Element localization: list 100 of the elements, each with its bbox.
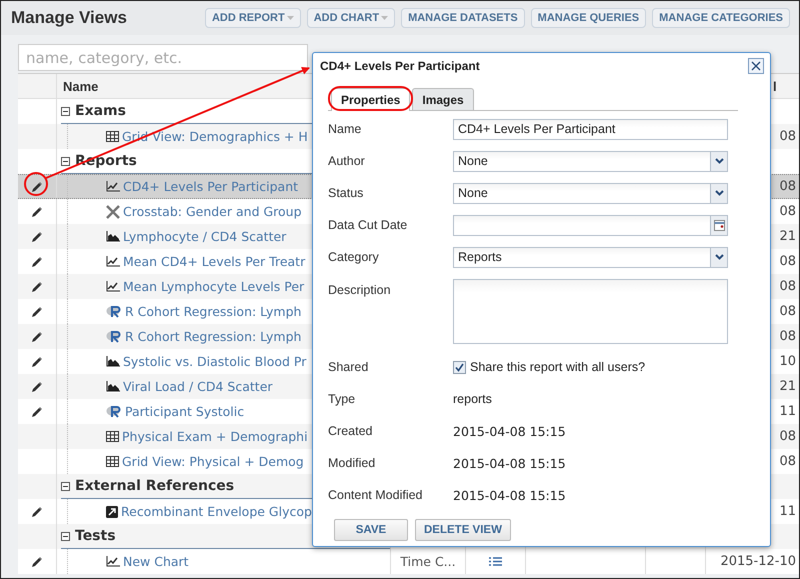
field-value: reports bbox=[453, 392, 492, 406]
date-cell-text: 08 bbox=[779, 204, 797, 219]
field-label: Type bbox=[328, 392, 356, 406]
collapse-icon[interactable] bbox=[61, 156, 70, 166]
checkbox-label[interactable]: Share this report with all users? bbox=[470, 360, 646, 374]
date-cell-text: 10 bbox=[779, 354, 797, 369]
date-cell-text: 2015-12-10 bbox=[720, 554, 797, 569]
field-label: Category bbox=[328, 250, 379, 264]
pencil-icon[interactable] bbox=[31, 206, 43, 218]
date-cell-text: 08 bbox=[779, 329, 797, 344]
select-field[interactable]: Reports bbox=[453, 246, 728, 268]
area-chart-icon bbox=[106, 356, 120, 367]
pencil-icon[interactable] bbox=[31, 556, 43, 568]
pencil-icon[interactable] bbox=[31, 380, 43, 392]
date-cell-text: 08 bbox=[779, 304, 797, 319]
line-chart-icon bbox=[106, 556, 120, 567]
description-field[interactable] bbox=[453, 278, 728, 344]
view-name-link[interactable]: Recombinant Envelope Glycop bbox=[121, 504, 312, 519]
view-name-link[interactable]: Mean Lymphocyte Levels Per bbox=[123, 279, 304, 294]
date-cell-text: 08 bbox=[779, 179, 797, 194]
pencil-icon[interactable] bbox=[31, 406, 43, 418]
pencil-icon[interactable] bbox=[31, 180, 43, 192]
field-label: Content Modified bbox=[328, 488, 423, 502]
field-label: Created bbox=[328, 424, 372, 438]
pencil-icon[interactable] bbox=[31, 330, 43, 342]
date-cell-text: 21 bbox=[779, 229, 797, 244]
pencil-icon[interactable] bbox=[31, 506, 43, 518]
date-cell-text: 08 bbox=[779, 454, 797, 469]
view-name-link[interactable]: Crosstab: Gender and Group bbox=[123, 204, 302, 219]
field-label: Modified bbox=[328, 456, 376, 470]
line-chart-icon bbox=[106, 256, 120, 267]
area-chart-icon bbox=[106, 231, 120, 242]
r-logo-icon bbox=[106, 305, 122, 318]
date-cell-text: 08 bbox=[779, 254, 797, 269]
field-label: Status bbox=[328, 186, 364, 200]
collapse-icon[interactable] bbox=[61, 532, 70, 540]
area-chart-icon bbox=[106, 381, 120, 392]
view-name-link[interactable]: CD4+ Levels Per Participant bbox=[123, 179, 298, 194]
close-button[interactable] bbox=[748, 58, 764, 74]
view-name-link[interactable]: Lymphocyte / CD4 Scatter bbox=[123, 229, 286, 244]
pencil-icon[interactable] bbox=[31, 230, 43, 242]
toolbar-button[interactable]: MANAGE CATEGORIES bbox=[652, 8, 790, 28]
group-heading: Tests bbox=[75, 528, 116, 544]
calendar-icon[interactable] bbox=[714, 220, 724, 230]
field-value: 2015-04-08 15:15 bbox=[453, 456, 566, 470]
tab[interactable]: Properties bbox=[331, 88, 410, 111]
field-label: Description bbox=[328, 283, 391, 297]
view-name-link[interactable]: Grid View: Physical + Demog bbox=[122, 454, 304, 469]
view-name-link[interactable]: Systolic vs. Diastolic Blood Pr bbox=[123, 354, 306, 369]
column-header[interactable]: Name bbox=[57, 78, 98, 94]
grid-icon bbox=[106, 131, 119, 142]
field-value: 2015-04-08 15:15 bbox=[453, 488, 566, 502]
page-title: Manage Views bbox=[11, 8, 127, 28]
type-cell: Time C... bbox=[400, 554, 456, 569]
view-name-link[interactable]: R Cohort Regression: Lymph bbox=[125, 329, 302, 344]
field-label: Data Cut Date bbox=[328, 218, 408, 232]
collapse-icon[interactable] bbox=[61, 106, 70, 116]
cross-icon bbox=[106, 204, 120, 218]
pencil-icon[interactable] bbox=[31, 306, 43, 318]
view-name-link[interactable]: Physical Exam + Demographi bbox=[122, 429, 308, 444]
view-name-link[interactable]: Viral Load / CD4 Scatter bbox=[123, 379, 273, 394]
search-field[interactable]: name, category, etc. bbox=[18, 44, 308, 71]
dialog-title: CD4+ Levels Per Participant bbox=[320, 59, 480, 73]
date-cell-text: 21 bbox=[779, 379, 797, 394]
field-label: Author bbox=[328, 154, 365, 168]
select-field[interactable]: None bbox=[453, 150, 728, 172]
line-chart-icon bbox=[106, 281, 120, 292]
date-cell-text: 08 bbox=[779, 129, 797, 144]
checkbox[interactable] bbox=[453, 360, 466, 374]
field-label: Name bbox=[328, 122, 362, 136]
pencil-icon[interactable] bbox=[31, 256, 43, 268]
dialog-button[interactable]: DELETE VIEW bbox=[415, 519, 511, 541]
close-icon[interactable] bbox=[751, 61, 761, 71]
pencil-icon[interactable] bbox=[31, 280, 43, 292]
toolbar-button[interactable]: ADD REPORT bbox=[204, 8, 301, 28]
toolbar-button[interactable]: MANAGE QUERIES bbox=[530, 8, 646, 28]
list-icon bbox=[489, 557, 502, 566]
field-label: Shared bbox=[328, 360, 368, 374]
date-cell-text: 08 bbox=[779, 429, 797, 444]
grid-icon bbox=[106, 431, 119, 442]
collapse-icon[interactable] bbox=[61, 482, 70, 490]
group-heading: External References bbox=[75, 478, 234, 494]
select-field[interactable]: None bbox=[453, 182, 728, 204]
date-cell-text: 11 bbox=[779, 404, 797, 419]
toolbar-button[interactable]: MANAGE DATASETS bbox=[401, 8, 525, 28]
toolbar-button[interactable]: ADD CHART bbox=[306, 8, 396, 28]
column-header[interactable]: l bbox=[773, 78, 777, 94]
date-cell-text: 08 bbox=[779, 279, 797, 294]
tab[interactable]: Images bbox=[412, 88, 474, 110]
r-logo-icon bbox=[106, 405, 122, 418]
dialog-button[interactable]: SAVE bbox=[334, 519, 408, 541]
view-name-link[interactable]: R Cohort Regression: Lymph bbox=[125, 304, 302, 319]
grid-icon bbox=[106, 456, 119, 467]
view-name-link[interactable]: Mean CD4+ Levels Per Treatr bbox=[123, 254, 306, 269]
date-field[interactable] bbox=[453, 214, 728, 236]
pencil-icon[interactable] bbox=[31, 356, 43, 368]
view-name-link[interactable]: Participant Systolic bbox=[125, 404, 244, 419]
name-field[interactable]: CD4+ Levels Per Participant bbox=[453, 118, 728, 140]
view-name-link[interactable]: New Chart bbox=[123, 554, 189, 569]
r-logo-icon bbox=[106, 330, 122, 343]
